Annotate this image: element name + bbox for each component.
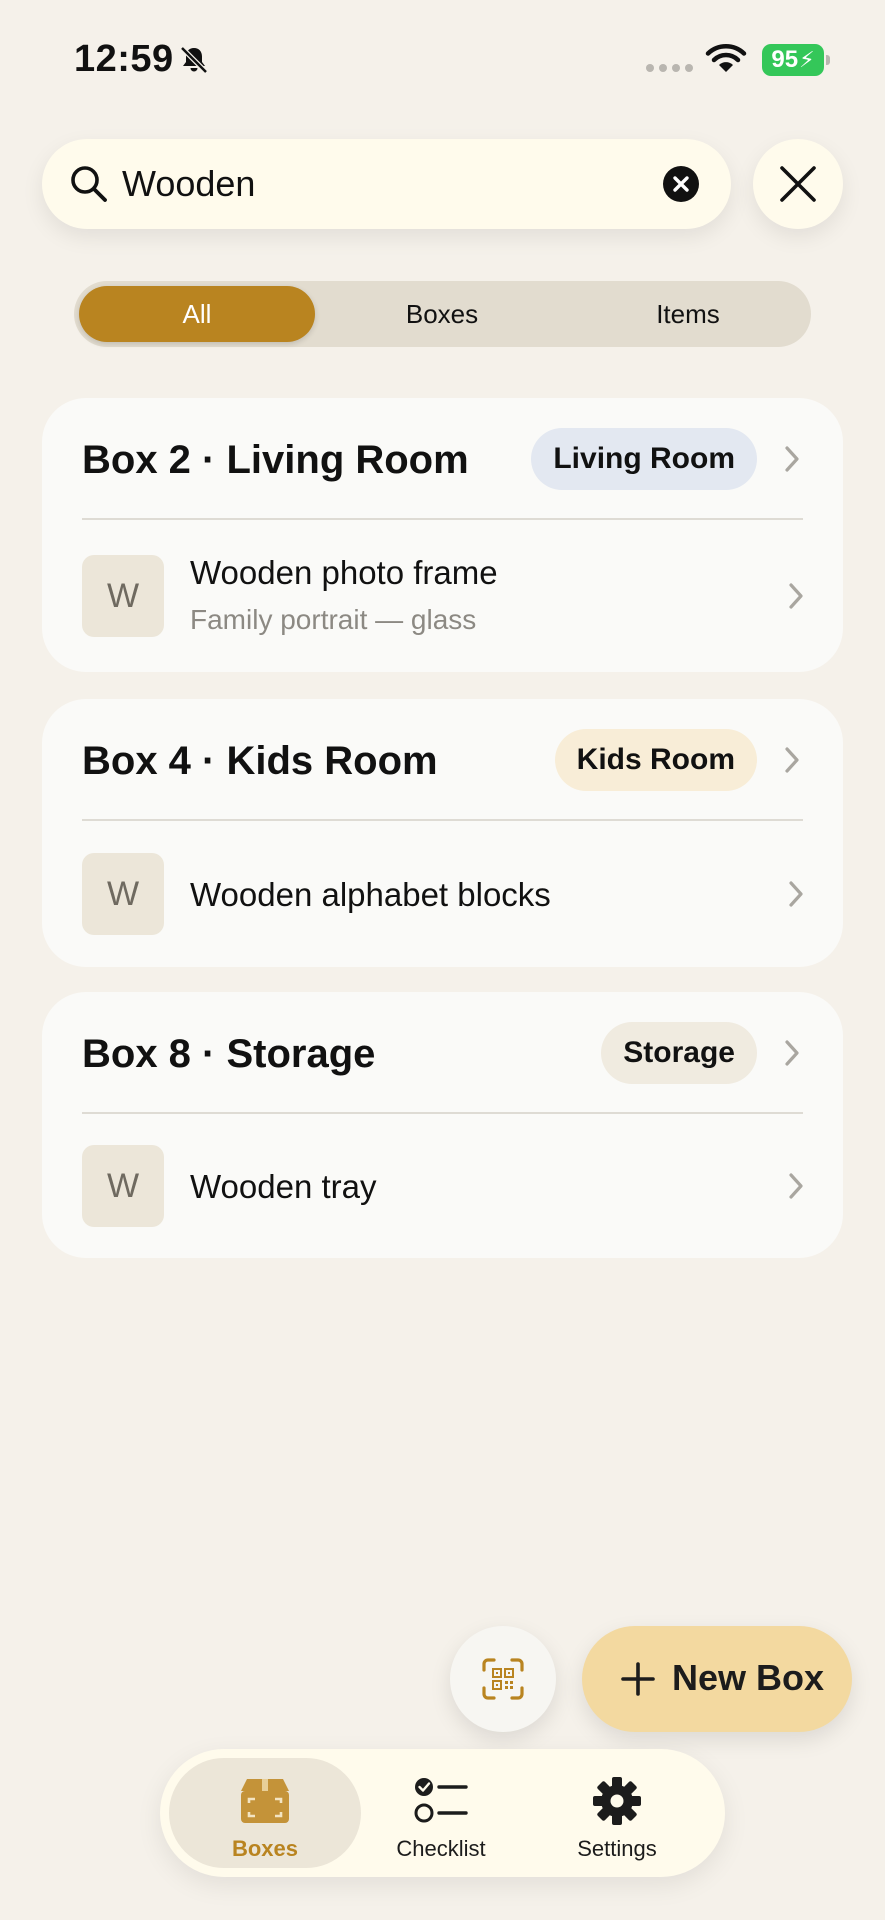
- wifi-icon: [705, 44, 747, 72]
- clear-icon: [673, 176, 689, 192]
- chevron-right-icon: [789, 881, 803, 907]
- box-header[interactable]: Box 4 · Kids Room Kids Room: [42, 699, 843, 823]
- gear-icon: [593, 1777, 641, 1825]
- status-bar: 12:59 95 ⚡: [0, 0, 885, 120]
- tab-label: Checklist: [396, 1836, 486, 1861]
- chevron-right-icon: [789, 1173, 803, 1199]
- status-time: 12:59: [74, 38, 174, 80]
- list-item[interactable]: W Wooden alphabet blocks: [42, 821, 843, 967]
- filter-segmented-control: All Boxes Items: [74, 281, 811, 347]
- item-note: Family portrait — glass: [190, 604, 477, 635]
- box-result-card: Box 4 · Kids Room Kids Room W Wooden alp…: [42, 699, 843, 967]
- checklist-icon: [414, 1778, 468, 1823]
- item-thumbnail: W: [82, 1145, 164, 1227]
- scan-qr-button[interactable]: [450, 1626, 556, 1732]
- tab-label: Boxes: [231, 1836, 299, 1861]
- close-search-button[interactable]: [753, 139, 843, 229]
- search-bar[interactable]: [42, 139, 731, 229]
- cellular-signal-icon: [646, 64, 693, 72]
- tab-checklist[interactable]: Checklist: [361, 1758, 521, 1868]
- tab-label: Settings: [577, 1836, 657, 1861]
- filter-boxes[interactable]: Boxes: [324, 286, 560, 342]
- item-thumbnail: W: [82, 853, 164, 935]
- box-title: Box 8 · Storage: [82, 1032, 376, 1076]
- box-result-card: Box 2 · Living Room Living Room W Wooden…: [42, 398, 843, 672]
- chevron-right-icon: [785, 1040, 799, 1066]
- box-icon: [241, 1779, 289, 1823]
- filter-all[interactable]: All: [79, 286, 315, 342]
- chevron-right-icon: [785, 747, 799, 773]
- box-title: Box 4 · Kids Room: [82, 739, 438, 783]
- item-name: Wooden tray: [190, 1168, 377, 1205]
- search-input[interactable]: [122, 155, 662, 213]
- list-item[interactable]: W Wooden tray: [42, 1114, 843, 1258]
- battery-level: 95: [771, 46, 799, 73]
- box-header[interactable]: Box 2 · Living Room Living Room: [42, 398, 843, 522]
- room-badge: Kids Room: [554, 729, 757, 791]
- tab-settings[interactable]: Settings: [521, 1758, 713, 1868]
- list-item[interactable]: W Wooden photo frame Family portrait — g…: [42, 520, 843, 672]
- box-result-card: Box 8 · Storage Storage W Wooden tray: [42, 992, 843, 1258]
- tab-bar: Boxes Checklist Settings: [160, 1749, 725, 1877]
- plus-icon: [621, 1662, 655, 1696]
- new-box-button[interactable]: New Box: [582, 1626, 852, 1732]
- room-badge: Storage: [601, 1022, 757, 1084]
- bell-slash-icon: [180, 46, 208, 74]
- new-box-label: New Box: [672, 1657, 825, 1698]
- box-title: Box 2 · Living Room: [82, 438, 469, 482]
- room-badge: Living Room: [531, 428, 757, 490]
- battery-icon: 95 ⚡: [762, 44, 830, 76]
- search-icon: [71, 166, 107, 202]
- chevron-right-icon: [789, 583, 803, 609]
- box-header[interactable]: Box 8 · Storage Storage: [42, 992, 843, 1116]
- item-name: Wooden photo frame: [190, 554, 498, 591]
- chevron-right-icon: [785, 446, 799, 472]
- item-thumbnail: W: [82, 555, 164, 637]
- close-icon: [780, 166, 816, 202]
- item-name: Wooden alphabet blocks: [190, 876, 551, 913]
- filter-items[interactable]: Items: [570, 286, 806, 342]
- tab-boxes[interactable]: Boxes: [169, 1758, 361, 1868]
- clear-search-button[interactable]: [663, 166, 699, 202]
- qr-scan-icon: [482, 1658, 524, 1700]
